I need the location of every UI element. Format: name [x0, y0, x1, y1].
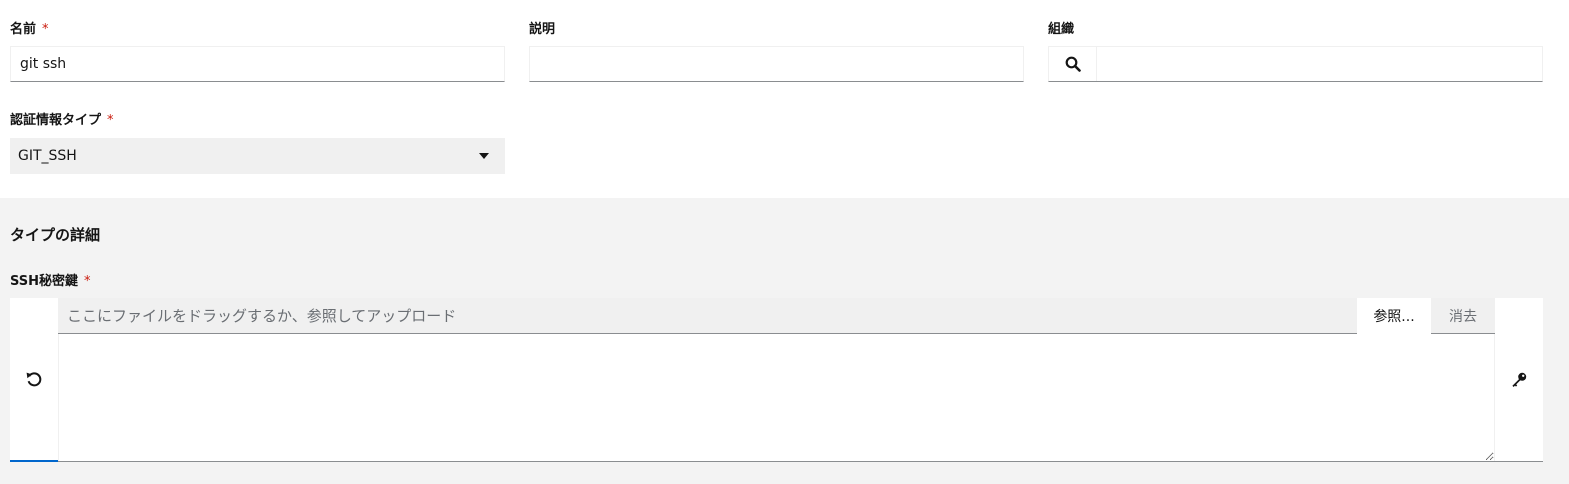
- description-label: 説明: [529, 22, 556, 37]
- ssh-key-textarea[interactable]: [58, 334, 1495, 461]
- caret-down-icon: [479, 153, 489, 159]
- ssh-key-label: SSH秘密鍵 *: [10, 274, 91, 289]
- organization-label: 組織: [1048, 22, 1075, 37]
- file-drop-row: ここにファイルをドラッグするか、参照してアップロード 参照... 消去: [58, 297, 1495, 334]
- required-marker: *: [84, 274, 91, 289]
- undo-icon: [26, 372, 42, 387]
- credential-type-select[interactable]: GIT_SSH: [10, 138, 505, 174]
- browse-button[interactable]: 参照...: [1357, 297, 1431, 334]
- name-label: 名前 *: [10, 22, 49, 37]
- name-input[interactable]: [10, 46, 505, 82]
- file-drop-placeholder[interactable]: ここにファイルをドラッグするか、参照してアップロード: [58, 305, 1357, 326]
- undo-button[interactable]: [10, 298, 58, 462]
- ssh-key-file-upload: ここにファイルをドラッグするか、参照してアップロード 参照... 消去: [10, 297, 1543, 462]
- credential-type-value: GIT_SSH: [18, 148, 77, 164]
- search-icon: [1065, 56, 1081, 72]
- organization-lookup: [1048, 46, 1543, 82]
- description-input[interactable]: [529, 46, 1024, 82]
- required-marker: *: [42, 22, 49, 37]
- clear-button[interactable]: 消去: [1431, 298, 1495, 334]
- key-icon-container: [1495, 298, 1543, 462]
- credential-type-label: 認証情報タイプ *: [10, 113, 114, 128]
- organization-input[interactable]: [1097, 47, 1542, 81]
- required-marker: *: [107, 113, 114, 128]
- key-icon: [1512, 372, 1527, 387]
- type-details-title: タイプの詳細: [10, 226, 101, 244]
- organization-search-button[interactable]: [1049, 47, 1097, 81]
